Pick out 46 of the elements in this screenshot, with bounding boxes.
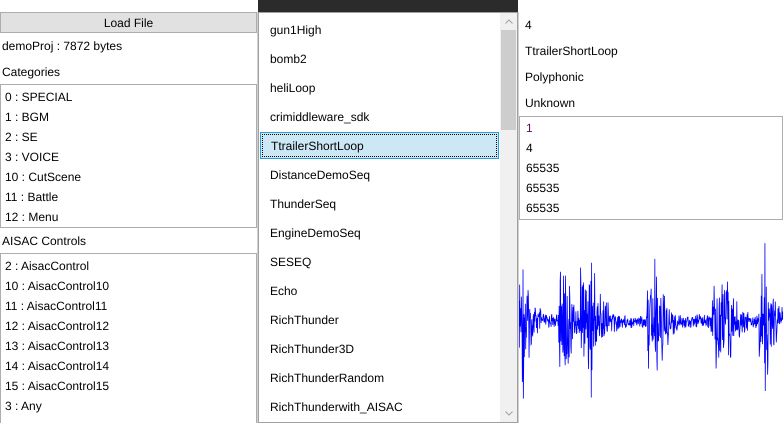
cue-item[interactable]: RichThunderwith_AISAC [259, 392, 500, 421]
cue-item[interactable]: bomb2 [259, 44, 500, 73]
aisac-controls-heading: AISAC Controls [2, 232, 86, 250]
cue-item[interactable]: SESEQ [259, 247, 500, 276]
category-item[interactable]: 12 : Menu [1, 207, 256, 227]
scroll-up-icon[interactable] [504, 19, 512, 24]
cue-item[interactable]: ThunderSeq [259, 189, 500, 218]
aisac-control-item[interactable]: 14 : AisacControl14 [1, 356, 256, 376]
cue-value-item[interactable]: 1 [520, 118, 782, 138]
cue-info-text: TtrailerShortLoop [525, 43, 618, 60]
cue-info-text: Unknown [525, 95, 576, 112]
aisac-control-item[interactable]: 15 : AisacControl15 [1, 376, 256, 396]
category-item[interactable]: 11 : Battle [1, 187, 256, 207]
cue-value-item[interactable]: 65535 [520, 198, 782, 218]
category-item[interactable]: 3 : VOICE [1, 147, 256, 167]
category-item[interactable]: 2 : SE [1, 127, 256, 147]
cue-value-item[interactable]: 4 [520, 138, 782, 158]
cue-value-item[interactable]: 65535 [520, 158, 782, 178]
scroll-down-icon[interactable] [504, 411, 512, 416]
cue-item[interactable]: RichThunder3D [259, 334, 500, 363]
cue-item[interactable]: TtrailerShortLoop [260, 132, 499, 159]
aisac-control-item[interactable]: 12 : AisacControl12 [1, 316, 256, 336]
aisac-control-item[interactable]: 11 : AisacControl11 [1, 296, 256, 316]
cue-item[interactable]: RichThunderRandom [259, 363, 500, 392]
scrollbar[interactable] [500, 13, 517, 422]
load-file-button[interactable]: Load File [0, 12, 257, 33]
categories-heading: Categories [2, 64, 60, 80]
cue-info-text: Polyphonic [525, 69, 584, 86]
aisac-control-item[interactable]: 2 : AisacControl [1, 256, 256, 276]
cue-value-item[interactable]: 65535 [520, 178, 782, 198]
aisac-control-item[interactable]: 10 : AisacControl10 [1, 276, 256, 296]
category-item[interactable]: 0 : SPECIAL [1, 87, 256, 107]
category-item[interactable]: 10 : CutScene [1, 167, 256, 187]
cue-item[interactable]: DistanceDemoSeq [259, 160, 500, 189]
cue-item[interactable]: gun1High [259, 15, 500, 44]
scrollbar-thumb[interactable] [501, 30, 516, 130]
cue-item[interactable]: heliLoop [259, 73, 500, 102]
cue-item[interactable]: crimiddleware_sdk [259, 102, 500, 131]
file-info-text: demoProj : 7872 bytes [2, 38, 122, 55]
aisac-control-item[interactable]: 13 : AisacControl13 [1, 336, 256, 356]
category-item[interactable]: 1 : BGM [1, 107, 256, 127]
cue-item[interactable]: Echo [259, 276, 500, 305]
cue-item[interactable]: EngineDemoSeq [259, 218, 500, 247]
cue-item[interactable]: RichThunder [259, 305, 500, 334]
aisac-control-item[interactable]: 3 : Any [1, 396, 256, 416]
cue-info-text: 4 [525, 17, 532, 34]
